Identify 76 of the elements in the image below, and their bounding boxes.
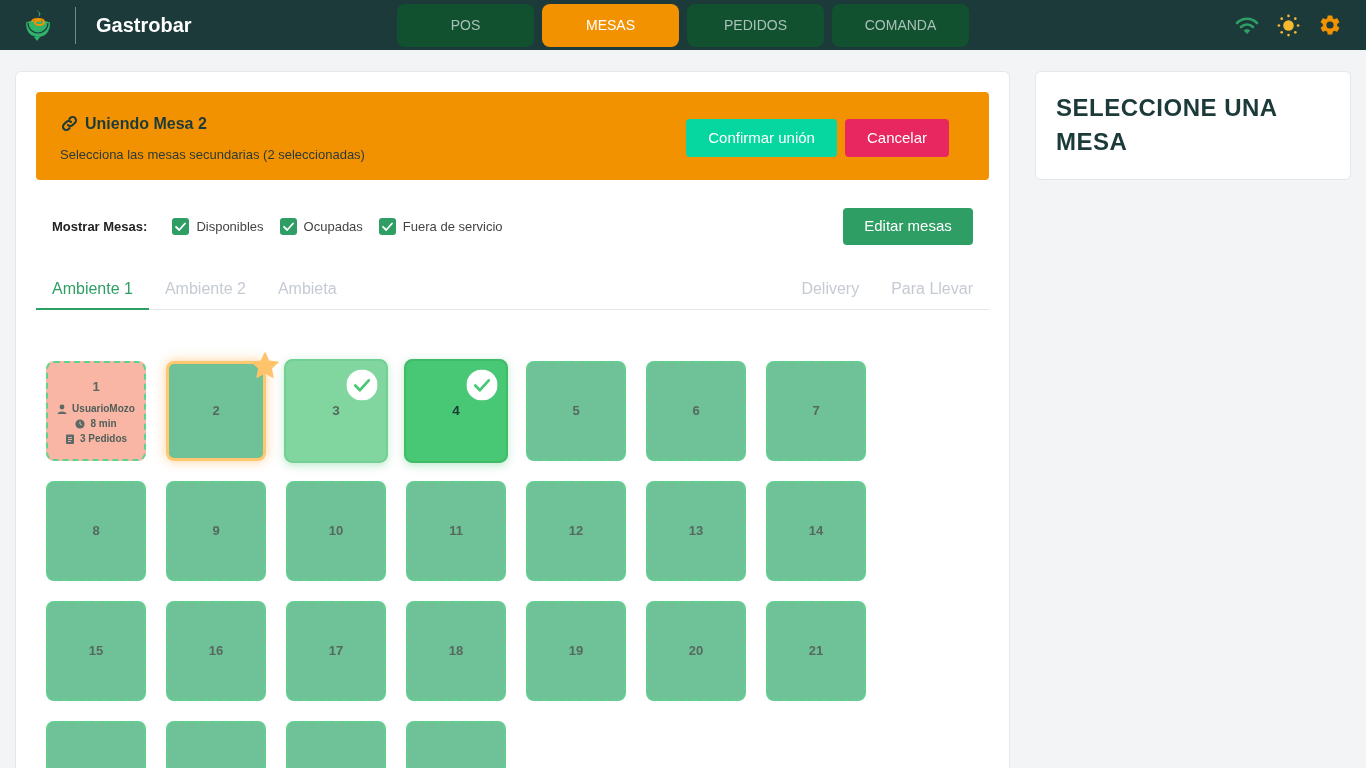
table-number: 12 xyxy=(568,522,584,541)
table-tile[interactable]: 9 xyxy=(166,481,266,581)
table-tile[interactable]: 5 xyxy=(526,361,626,461)
settings-icon[interactable] xyxy=(1318,13,1342,37)
wifi-icon[interactable] xyxy=(1235,15,1259,35)
table-number: 11 xyxy=(449,522,463,541)
waiter-name: UsuarioMozo xyxy=(72,402,135,416)
table-number: 16 xyxy=(208,642,224,661)
table-tile[interactable]: 12 xyxy=(526,481,626,581)
table-number: 9 xyxy=(212,522,220,541)
nav-tab[interactable]: COMANDA xyxy=(832,3,969,47)
table-number: 6 xyxy=(692,402,700,421)
table-tile[interactable]: 18 xyxy=(406,601,506,701)
checkbox[interactable] xyxy=(378,218,396,235)
table-tile[interactable]: 6 xyxy=(646,361,746,461)
table-tile[interactable]: 7 xyxy=(766,361,866,461)
nav-tab[interactable]: MESAS xyxy=(542,3,679,47)
table-number: 2 xyxy=(212,402,220,421)
nav-tab[interactable]: PEDIDOS xyxy=(687,3,824,47)
banner-title: Uniendo Mesa 2 xyxy=(85,113,207,134)
table-number: 10 xyxy=(328,522,344,541)
table-number: 17 xyxy=(328,642,344,661)
table-number: 1 xyxy=(92,377,100,396)
checkbox[interactable] xyxy=(172,218,190,235)
table-number: 4 xyxy=(452,401,460,421)
table-number: 13 xyxy=(688,522,704,541)
table-number: 5 xyxy=(572,402,580,421)
app-name: Gastrobar xyxy=(96,13,192,38)
link-icon xyxy=(60,114,79,134)
table-tile[interactable]: 10 xyxy=(286,481,386,581)
filter-label: Mostrar Mesas: xyxy=(52,217,148,236)
table-tile[interactable]: 13 xyxy=(646,481,746,581)
table-number: 19 xyxy=(568,642,584,661)
panel-title: SELECCIONE UNA MESA xyxy=(1056,93,1278,157)
elapsed-time: 8 min xyxy=(90,417,117,431)
table-tile[interactable]: 14 xyxy=(766,481,866,581)
area-tab[interactable]: Para Llevar xyxy=(875,270,989,310)
clock-icon xyxy=(75,418,86,429)
user-icon xyxy=(57,403,68,414)
table-tile[interactable]: 21 xyxy=(766,601,866,701)
confirm-button[interactable]: Confirmar unión xyxy=(686,119,837,157)
table-tile[interactable]: 3 xyxy=(284,359,388,463)
table-tile[interactable]: 19 xyxy=(526,601,626,701)
table-tile[interactable]: 17 xyxy=(286,601,386,701)
table-tile[interactable]: 20 xyxy=(646,601,746,701)
checkbox-label: Ocupadas xyxy=(303,217,363,236)
table-tile[interactable]: 11 xyxy=(406,481,506,581)
banner-message: Selecciona las mesas secundarias (2 seleccionadas) xyxy=(60,145,365,164)
checkbox-label: Fuera de servicio xyxy=(402,217,503,236)
area-tab[interactable]: Ambiente 1 xyxy=(36,270,149,310)
table-tile[interactable]: 4 xyxy=(404,359,508,463)
table-number: 20 xyxy=(688,642,704,661)
table-tile[interactable]: 15 xyxy=(46,601,146,701)
order-count: 3 Pedidos xyxy=(79,432,128,446)
table-number: 21 xyxy=(808,642,824,661)
table-tile[interactable]: 2 xyxy=(166,361,266,461)
edit-tables-button[interactable]: Editar mesas xyxy=(843,208,973,245)
cancel-button[interactable]: Cancelar xyxy=(844,119,949,157)
table-number: 3 xyxy=(332,401,340,421)
table-number: 7 xyxy=(812,402,820,421)
area-tab[interactable]: Delivery xyxy=(785,270,876,310)
table-tile[interactable]: 1 UsuarioMozo 8 min 3 Pedidos xyxy=(46,361,146,461)
checkbox-label: Disponibles xyxy=(196,217,264,236)
nav-tab[interactable]: POS xyxy=(397,3,534,47)
checkbox[interactable] xyxy=(279,218,297,235)
area-tab[interactable]: Ambieta xyxy=(261,270,353,310)
sun-icon[interactable] xyxy=(1277,13,1300,37)
table-number: 18 xyxy=(448,642,464,661)
document-icon xyxy=(64,433,75,444)
bowl-logo-icon xyxy=(24,8,52,42)
table-number: 14 xyxy=(808,522,824,541)
table-number: 15 xyxy=(88,642,104,661)
area-tab[interactable]: Ambiente 2 xyxy=(148,270,262,310)
table-tile[interactable]: 16 xyxy=(166,601,266,701)
table-number: 8 xyxy=(92,522,100,541)
table-tile[interactable]: 8 xyxy=(46,481,146,581)
